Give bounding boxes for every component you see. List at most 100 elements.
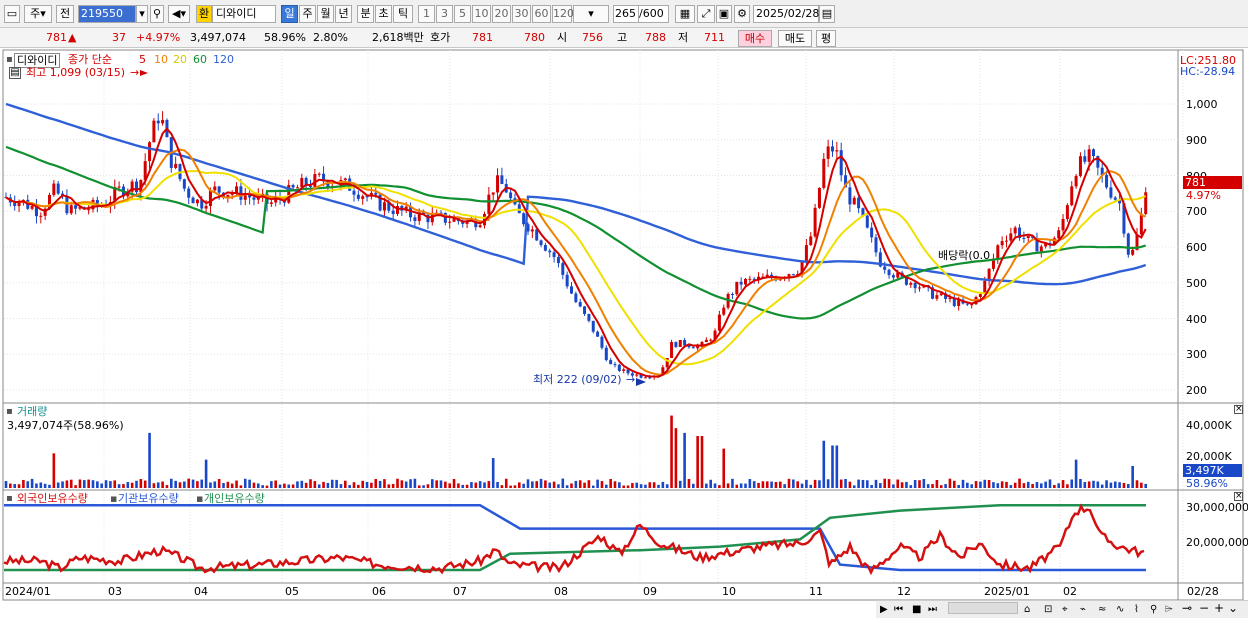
institution-line — [4, 503, 1146, 572]
collapse-icon[interactable]: ⌄ — [1228, 602, 1238, 615]
candle-body — [295, 187, 299, 189]
volume-bar — [731, 478, 734, 488]
volume-collapse-icon[interactable]: ▪ — [6, 405, 13, 418]
volume-panel-title: 거래량 — [17, 405, 48, 418]
volume-bar — [178, 482, 182, 488]
volume-bar — [1053, 485, 1056, 488]
candle-body — [217, 186, 221, 193]
volume-bar — [613, 481, 617, 488]
candle-body — [583, 306, 587, 314]
volume-bar — [1096, 481, 1100, 488]
candle-body — [622, 369, 626, 371]
volume-bar — [483, 482, 486, 488]
volume-bar — [874, 479, 878, 488]
volume-bar — [461, 484, 465, 488]
zoom-in-icon[interactable]: + — [1214, 602, 1224, 615]
volume-bar — [91, 480, 95, 488]
volume-bar — [139, 479, 143, 488]
candle-body — [1113, 197, 1117, 200]
volume-bar — [974, 481, 978, 488]
volume-bar — [152, 483, 156, 488]
volume-bar — [148, 432, 151, 488]
candle-body — [1109, 187, 1113, 198]
candle-body — [935, 295, 939, 299]
tool-icon-6[interactable]: ⚲ — [1150, 603, 1157, 616]
volume-bar — [470, 482, 473, 488]
volume-close-icon[interactable]: × — [1234, 405, 1243, 414]
volume-bar — [283, 483, 286, 488]
volume-bar — [1135, 480, 1139, 488]
volume-bar — [165, 485, 169, 488]
stop-icon[interactable]: ■ — [912, 603, 921, 616]
volume-bar — [378, 480, 382, 488]
legend-individual: 개인보유수량 — [204, 492, 265, 505]
chart-canvas[interactable] — [0, 0, 1248, 621]
tool-icon-3[interactable]: ≈ — [1098, 603, 1106, 616]
volume-bar — [787, 478, 791, 488]
tool-icon-2[interactable]: ⌁ — [1080, 603, 1086, 616]
volume-bar — [400, 480, 404, 488]
volume-bar — [278, 484, 282, 488]
volume-bar — [130, 482, 134, 488]
volume-bar — [465, 484, 469, 488]
holding-close-icon[interactable]: × — [1234, 492, 1243, 501]
table-icon[interactable]: ▤ — [9, 67, 21, 79]
scroll-first-icon[interactable]: ⏮ — [894, 603, 903, 616]
volume-bar — [296, 481, 299, 488]
volume-bar — [1118, 482, 1121, 488]
volume-bar — [344, 480, 347, 488]
zoom-reset-icon[interactable]: ⌂ — [1024, 603, 1030, 616]
volume-bar — [230, 483, 234, 488]
x-label-10: 10 — [722, 585, 736, 598]
volume-bar — [922, 478, 926, 488]
x-label-2025-01: 2025/01 — [984, 585, 1030, 598]
tool-icon-1[interactable]: ⌖ — [1062, 603, 1068, 616]
candle-body — [552, 252, 556, 258]
x-label-2024-01: 2024/01 — [5, 585, 51, 598]
zoom-window-icon[interactable]: ⊡ — [1044, 603, 1052, 616]
volume-bar — [1009, 485, 1013, 488]
candle-body — [574, 293, 578, 303]
scroll-last-icon[interactable]: ⏭ — [928, 603, 937, 616]
panel-collapse-icon[interactable]: ▪ — [6, 53, 13, 66]
volume-bar — [983, 479, 987, 488]
tool-icon-7[interactable]: ⌲ — [1165, 603, 1173, 616]
candle-body — [1022, 237, 1026, 239]
candle-body — [187, 188, 191, 198]
candle-body — [852, 197, 856, 205]
volume-bar — [600, 481, 604, 488]
candle-body — [374, 192, 378, 195]
volume-bar — [548, 482, 552, 488]
volume-bar — [957, 484, 960, 488]
volume-bar — [435, 480, 438, 488]
scroll-right-icon[interactable]: ▶ — [880, 603, 888, 616]
volume-bar — [204, 459, 208, 488]
candle-body — [813, 207, 817, 237]
candle-body — [208, 190, 212, 207]
tool-icon-8[interactable]: ⊸ — [1182, 602, 1192, 615]
holding-collapse-icon[interactable]: ▪ — [6, 492, 13, 505]
candle-body — [1005, 240, 1008, 242]
candle-body — [691, 347, 695, 349]
zoom-out-icon[interactable]: − — [1199, 602, 1209, 615]
volume-bar — [374, 479, 378, 488]
volume-bar — [909, 485, 913, 488]
candle-body — [74, 205, 78, 209]
candle-body — [748, 278, 752, 280]
candle-body — [791, 274, 795, 276]
candle-body — [391, 210, 395, 214]
volume-bar — [1105, 480, 1108, 488]
ma5-label: 5 — [139, 53, 146, 66]
tool-icon-4[interactable]: ∿ — [1116, 603, 1124, 616]
candle-body — [556, 257, 560, 264]
volume-bar — [431, 479, 434, 488]
scroll-thumb[interactable] — [948, 602, 1018, 614]
volume-bar — [448, 483, 451, 488]
x-label-11: 11 — [809, 585, 823, 598]
volume-bar — [948, 478, 952, 488]
volume-bar — [522, 483, 525, 488]
volume-bar — [78, 479, 82, 488]
tool-icon-5[interactable]: ⌇ — [1134, 603, 1139, 616]
volume-bar — [391, 483, 395, 488]
volume-bar — [1057, 483, 1060, 488]
